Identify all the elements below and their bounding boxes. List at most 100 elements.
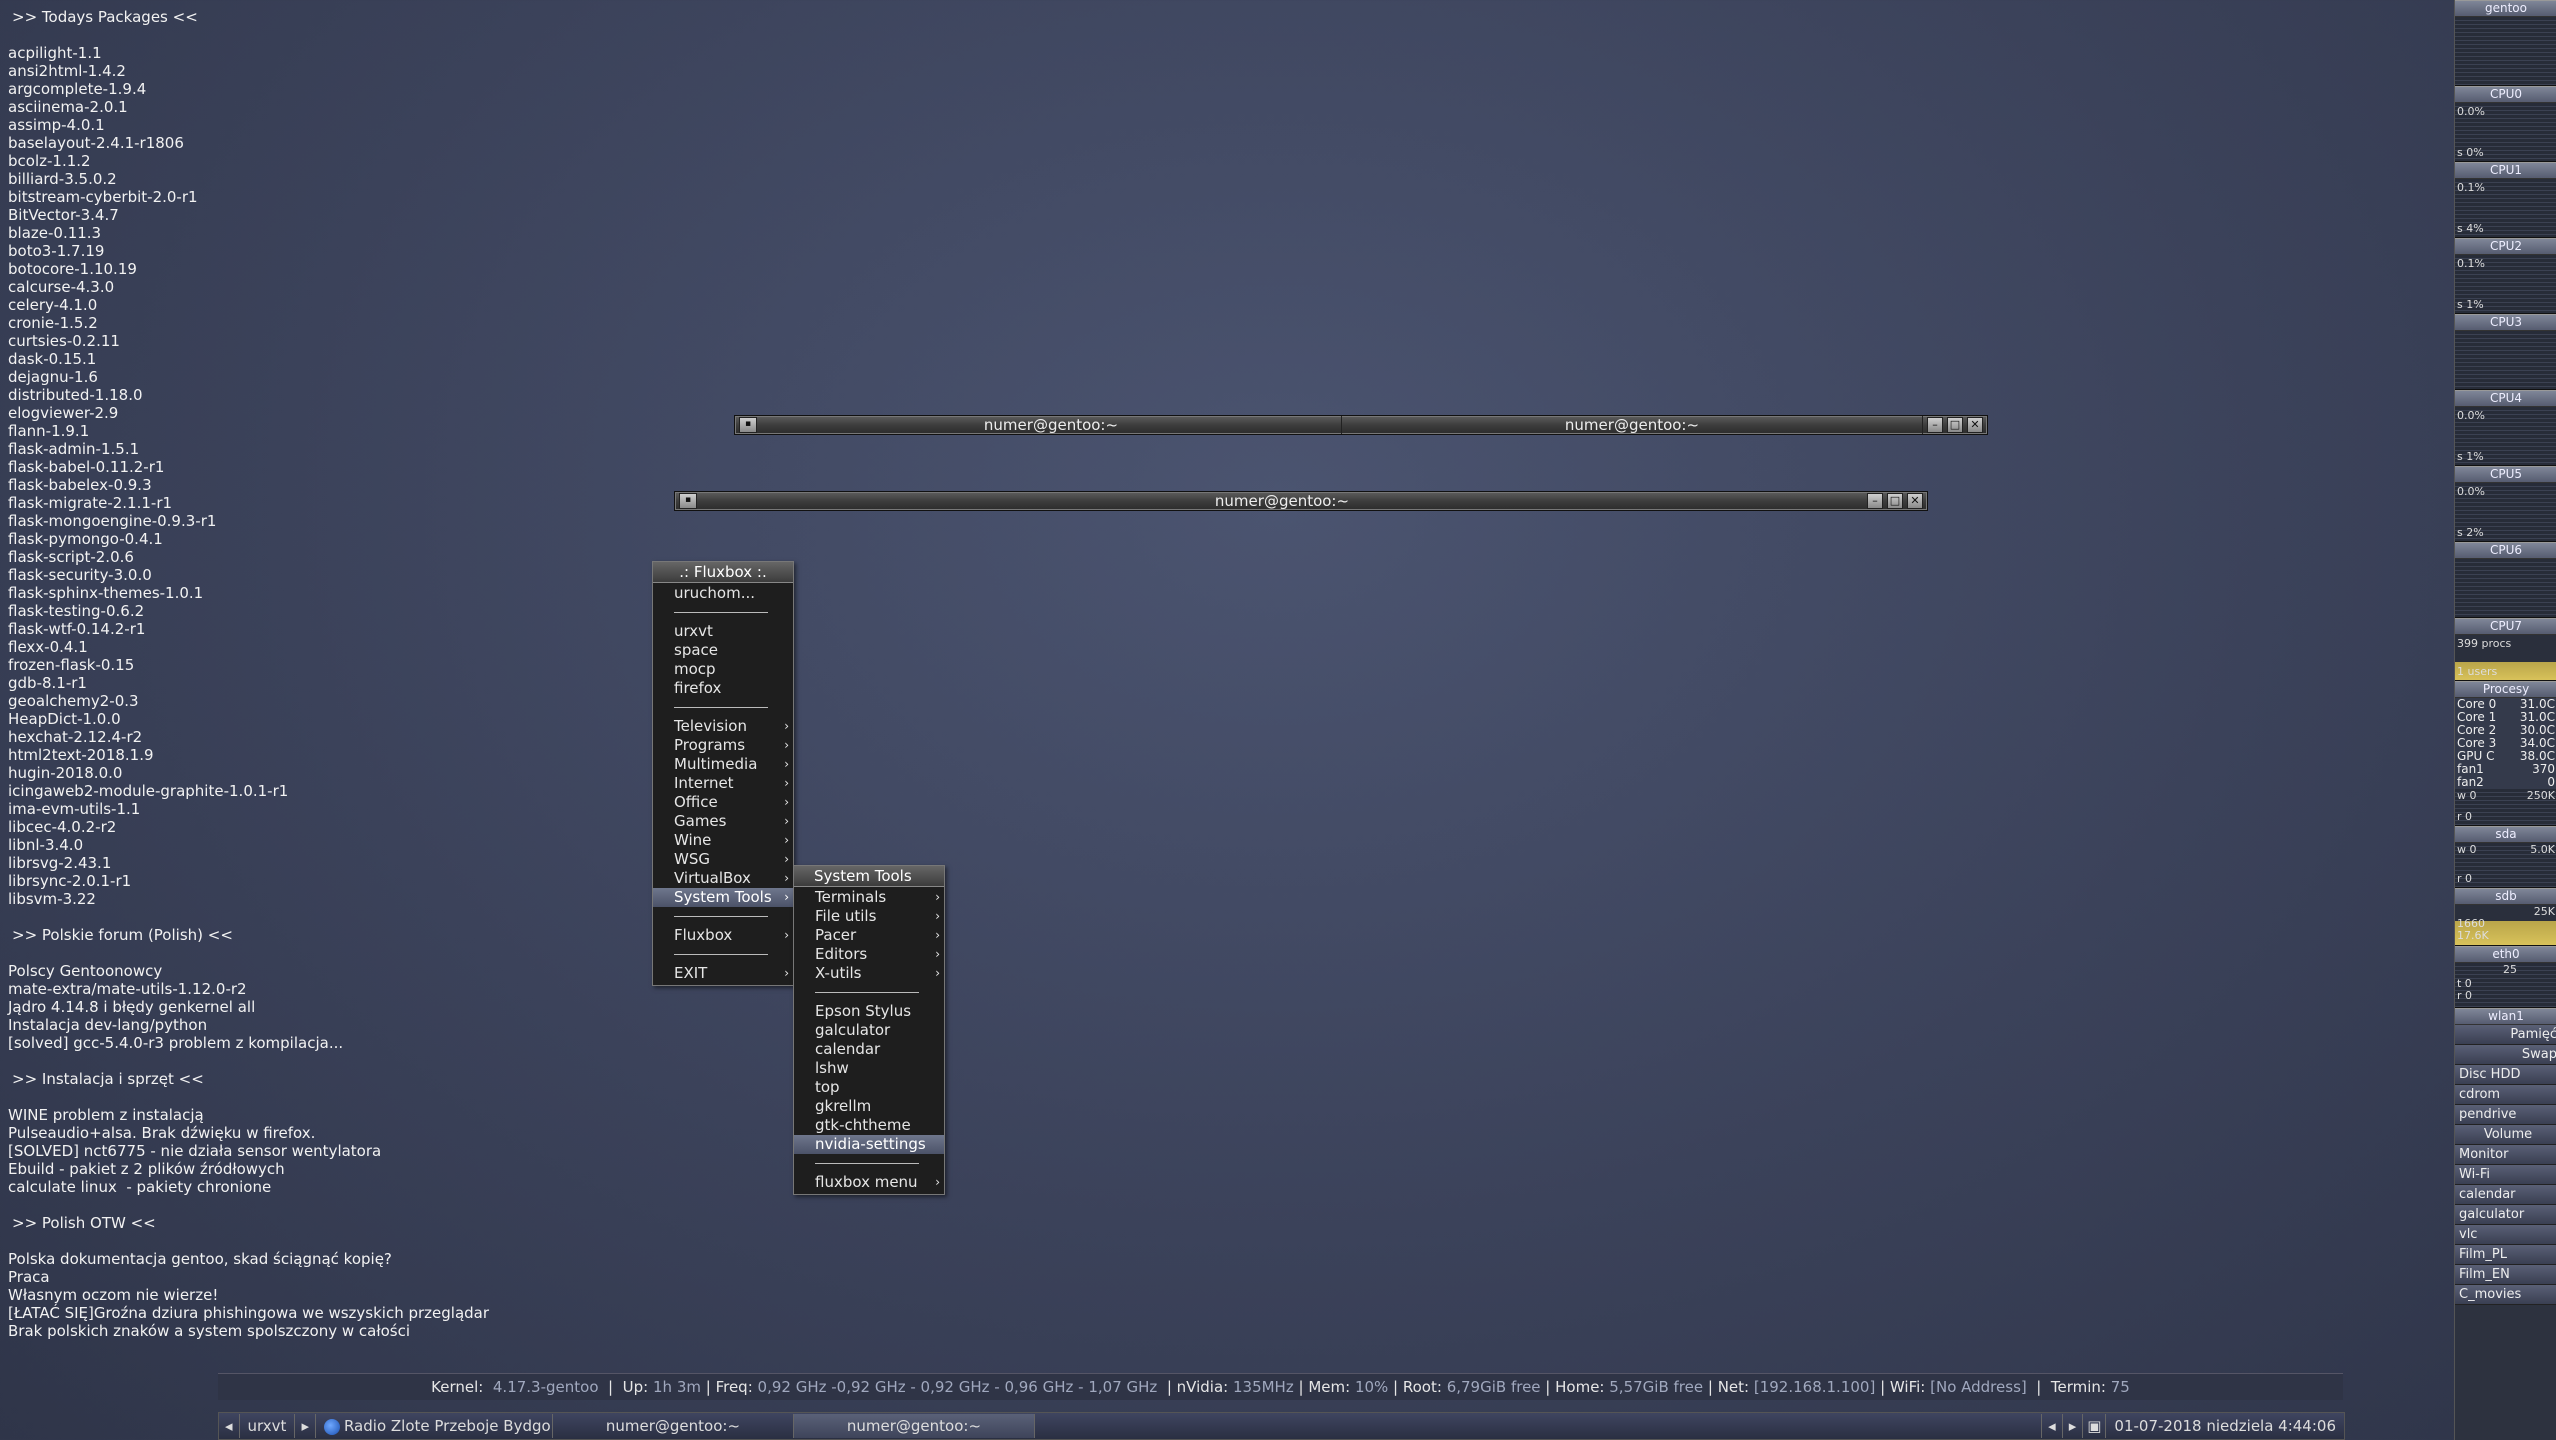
- close-icon[interactable]: ✕: [1907, 493, 1923, 509]
- menu-item-calendar[interactable]: calendar: [794, 1040, 944, 1059]
- sda-chart: w 0 5.0K r 0: [2455, 843, 2556, 888]
- gkrellm-button-calendar[interactable]: calendar: [2455, 1185, 2556, 1205]
- close-icon[interactable]: ✕: [1967, 417, 1983, 433]
- feed-line: flask-mongoengine-0.9.3-r1: [8, 512, 217, 530]
- gkrellm-button-cdrom[interactable]: cdrom: [2455, 1085, 2556, 1105]
- gkrellm-button-disc-hdd[interactable]: Disc HDD: [2455, 1065, 2556, 1085]
- menu-item-wine[interactable]: Wine ›: [653, 831, 793, 850]
- next-workspace-icon[interactable]: ▸: [295, 1414, 316, 1438]
- prev-window-icon[interactable]: ◂: [2041, 1414, 2063, 1438]
- system-tools-submenu: System Tools Terminals › File utils › Pacer ›…: [793, 865, 945, 1195]
- menu-item-virtualbox[interactable]: VirtualBox ›: [653, 869, 793, 888]
- systray-icon[interactable]: ▣: [2083, 1414, 2107, 1438]
- cpu-header: CPU4: [2455, 390, 2556, 407]
- menu-item-television[interactable]: Television ›: [653, 717, 793, 736]
- menu-item-gtk-chtheme[interactable]: gtk-chtheme: [794, 1116, 944, 1135]
- eth0-r: r 0: [2457, 989, 2473, 1002]
- menu-item-uruchom[interactable]: uruchom...: [653, 584, 793, 603]
- terminal-window[interactable]: ▪ numer@gentoo:~ – □ ✕: [674, 491, 1928, 511]
- maximize-icon[interactable]: □: [1947, 417, 1963, 433]
- gkrellm-button-swap[interactable]: Swap: [2455, 1045, 2556, 1065]
- menu-item-fluxbox[interactable]: Fluxbox ›: [653, 926, 793, 945]
- root-value: 6,79GiB free: [1446, 1378, 1541, 1396]
- menu-item-label: Pacer: [815, 926, 857, 944]
- gkrellm-button-galculator[interactable]: galculator: [2455, 1205, 2556, 1225]
- root-label: Root:: [1402, 1378, 1442, 1396]
- window-menu-icon[interactable]: ▪: [739, 417, 757, 433]
- menu-item-nvidia-settings[interactable]: nvidia-settings: [794, 1135, 944, 1154]
- gkrellm-button-film-en[interactable]: Film_EN: [2455, 1265, 2556, 1285]
- menu-item-pacer[interactable]: Pacer ›: [794, 926, 944, 945]
- menu-item-games[interactable]: Games ›: [653, 812, 793, 831]
- task-terminal-2[interactable]: numer@gentoo:~: [793, 1414, 1035, 1438]
- submenu-arrow-icon: ›: [935, 890, 940, 904]
- menu-item-terminals[interactable]: Terminals ›: [794, 888, 944, 907]
- next-window-icon[interactable]: ▸: [2063, 1414, 2084, 1438]
- maximize-icon[interactable]: □: [1887, 493, 1903, 509]
- menu-item-exit[interactable]: EXIT ›: [653, 964, 793, 983]
- eth0-val: 25: [2503, 963, 2517, 976]
- task-terminal-1[interactable]: numer@gentoo:~: [553, 1414, 794, 1438]
- feed-line: librsync-2.0.1-r1: [8, 872, 132, 890]
- menu-item-file-utils[interactable]: File utils ›: [794, 907, 944, 926]
- minimize-icon[interactable]: –: [1927, 417, 1943, 433]
- menu-item-wsg[interactable]: WSG ›: [653, 850, 793, 869]
- disk-chart: w 0 250K r 0: [2455, 789, 2556, 826]
- feed-line: Własnym oczom nie wierze!: [8, 1286, 219, 1304]
- gkrellm-button-pami-[interactable]: Pamięć: [2455, 1025, 2556, 1045]
- feed-line: ima-evm-utils-1.1: [8, 800, 141, 818]
- menu-item-fluxbox-menu[interactable]: fluxbox menu ›: [794, 1173, 944, 1192]
- cpu-chart: 399 procs 1 users: [2455, 635, 2556, 681]
- menu-item-galculator[interactable]: galculator: [794, 1021, 944, 1040]
- gkrellm-button-film-pl[interactable]: Film_PL: [2455, 1245, 2556, 1265]
- disk-r: r 0: [2457, 810, 2473, 823]
- gkrellm-button-pendrive[interactable]: pendrive: [2455, 1105, 2556, 1125]
- feed-line: librsvg-2.43.1: [8, 854, 112, 872]
- window-tab-2[interactable]: numer@gentoo:~: [1342, 416, 1923, 434]
- cpu-top-text: 399 procs: [2457, 637, 2512, 650]
- menu-item-top[interactable]: top: [794, 1078, 944, 1097]
- gkrellm-button-vlc[interactable]: vlc: [2455, 1225, 2556, 1245]
- cpu-top-text: 0.0%: [2457, 105, 2485, 118]
- feed-line: Polscy Gentoonowcy: [8, 962, 163, 980]
- menu-item-firefox[interactable]: firefox: [653, 679, 793, 698]
- minimize-icon[interactable]: –: [1867, 493, 1883, 509]
- menu-item-editors[interactable]: Editors ›: [794, 945, 944, 964]
- prev-workspace-icon[interactable]: ◂: [219, 1414, 240, 1438]
- feed-line: dejagnu-1.6: [8, 368, 98, 386]
- menu-item-epson-stylus[interactable]: Epson Stylus: [794, 1002, 944, 1021]
- mem-value: 10%: [1354, 1378, 1389, 1396]
- gkrellm-button-monitor[interactable]: Monitor: [2455, 1145, 2556, 1165]
- submenu-arrow-icon: ›: [784, 871, 789, 885]
- menu-item-x-utils[interactable]: X-utils ›: [794, 964, 944, 983]
- menu-item-lshw[interactable]: lshw: [794, 1059, 944, 1078]
- feed-line: html2text-2018.1.9: [8, 746, 154, 764]
- feed-line: calcurse-4.3.0: [8, 278, 115, 296]
- gkrellm-button-c-movies[interactable]: C_movies: [2455, 1285, 2556, 1305]
- sensor-value: 0: [2547, 775, 2555, 789]
- submenu-arrow-icon: ›: [784, 966, 789, 980]
- menu-item-gkrellm[interactable]: gkrellm: [794, 1097, 944, 1116]
- menu-item-label: urxvt: [674, 622, 713, 640]
- menu-item-programs[interactable]: Programs ›: [653, 736, 793, 755]
- task-radio[interactable]: Radio Zlote Przeboje Bydgo: [316, 1414, 553, 1438]
- menu-item-space[interactable]: space: [653, 641, 793, 660]
- menu-item-mocp[interactable]: mocp: [653, 660, 793, 679]
- gkrellm-button-volume[interactable]: Volume: [2455, 1125, 2556, 1145]
- mem-label: Mem:: [1308, 1378, 1351, 1396]
- workspace-name[interactable]: urxvt: [240, 1414, 296, 1438]
- menu-item-multimedia[interactable]: Multimedia ›: [653, 755, 793, 774]
- feed-line: boto3-1.7.19: [8, 242, 105, 260]
- terminal-window-tabbed[interactable]: ▪ numer@gentoo:~ numer@gentoo:~ – □ ✕: [734, 415, 1988, 435]
- menu-item-internet[interactable]: Internet ›: [653, 774, 793, 793]
- menu-item-urxvt[interactable]: urxvt: [653, 622, 793, 641]
- sdb-chart: 25K 1660 17.6K: [2455, 905, 2556, 946]
- window-title[interactable]: numer@gentoo:~: [701, 492, 1863, 510]
- cpu-bottom-text: s 0%: [2457, 146, 2484, 159]
- menu-item-system-tools[interactable]: System Tools ›: [653, 888, 793, 907]
- menu-item-office[interactable]: Office ›: [653, 793, 793, 812]
- gkrellm-button-wi-fi[interactable]: Wi-Fi: [2455, 1165, 2556, 1185]
- window-menu-icon[interactable]: ▪: [679, 493, 697, 509]
- cpu-header: CPU1: [2455, 162, 2556, 179]
- window-tab-1[interactable]: numer@gentoo:~: [761, 416, 1342, 434]
